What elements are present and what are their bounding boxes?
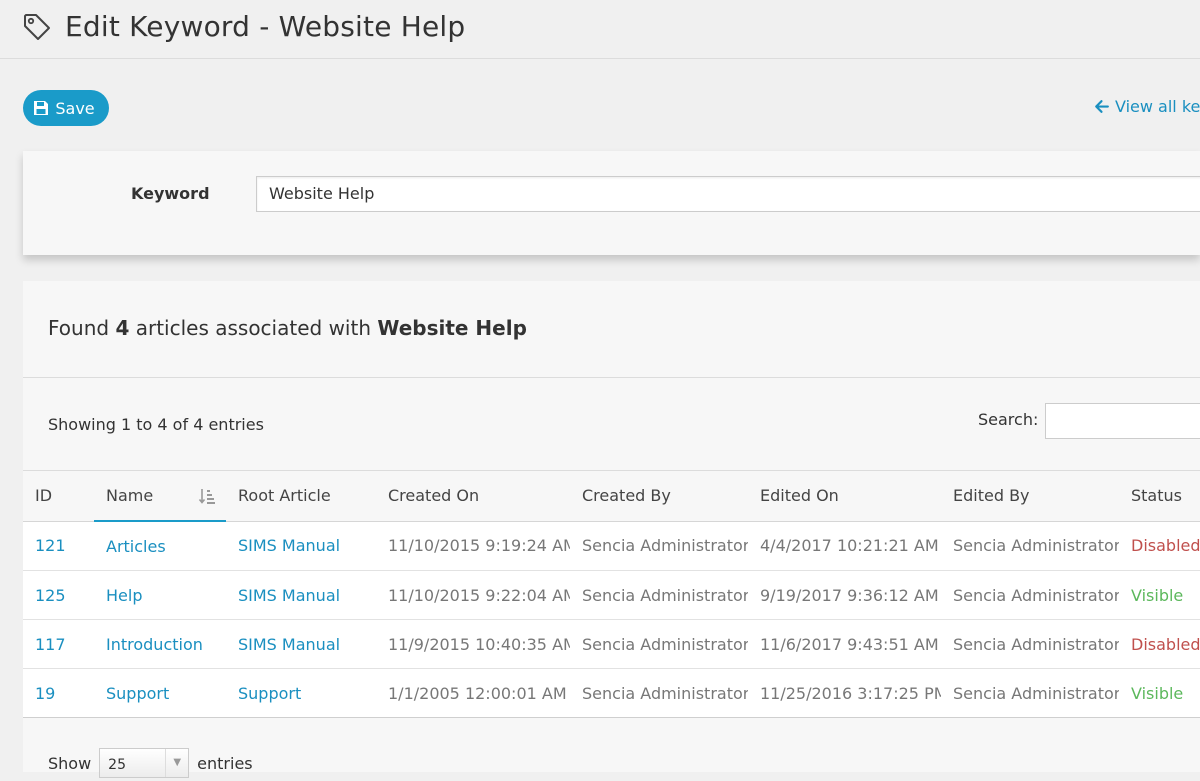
save-button[interactable]: Save xyxy=(23,90,109,126)
cell-status-badge: Visible xyxy=(1119,668,1200,718)
cell-created-by: Sencia Administrator xyxy=(570,619,748,669)
sort-ascending-icon xyxy=(198,489,215,504)
table-header-row: ID Name Root Article Created On Created … xyxy=(23,470,1200,522)
table-row: 117 Introduction SIMS Manual 11/9/2015 1… xyxy=(23,619,1200,669)
search-input[interactable] xyxy=(1045,403,1200,439)
cell-root-article-link[interactable]: SIMS Manual xyxy=(226,521,376,571)
divider xyxy=(23,377,1200,378)
cell-created-on: 11/10/2015 9:19:24 AM xyxy=(376,521,570,571)
cell-name-link[interactable]: Articles xyxy=(94,521,226,571)
save-button-label: Save xyxy=(55,98,95,118)
cell-id-link[interactable]: 121 xyxy=(23,521,94,571)
show-label: Show xyxy=(48,753,92,773)
column-header-name[interactable]: Name xyxy=(94,470,226,522)
column-header-id[interactable]: ID xyxy=(23,470,94,522)
search-label: Search: xyxy=(978,410,1039,429)
cell-edited-by: Sencia Administrator xyxy=(941,570,1119,620)
cell-created-on: 11/10/2015 9:22:04 AM xyxy=(376,570,570,620)
results-summary: Found 4 articles associated with Website… xyxy=(48,316,527,340)
cell-created-by: Sencia Administrator xyxy=(570,521,748,571)
view-all-label: View all ke xyxy=(1115,97,1200,116)
articles-card: Found 4 articles associated with Website… xyxy=(23,281,1200,778)
cell-created-on: 1/1/2005 12:00:01 AM xyxy=(376,668,570,718)
chevron-down-icon: ▼ xyxy=(165,749,188,777)
results-keyword: Website Help xyxy=(377,316,527,340)
cell-id-link[interactable]: 19 xyxy=(23,668,94,718)
table-row: 121 Articles SIMS Manual 11/10/2015 9:19… xyxy=(23,521,1200,571)
cell-edited-by: Sencia Administrator xyxy=(941,521,1119,571)
results-middle: articles associated with xyxy=(129,316,378,340)
cell-id-link[interactable]: 117 xyxy=(23,619,94,669)
cell-created-on: 11/9/2015 10:40:35 AM xyxy=(376,619,570,669)
entries-label: entries xyxy=(197,753,253,773)
cell-name-link[interactable]: Introduction xyxy=(94,619,226,669)
cell-edited-on: 11/6/2017 9:43:51 AM xyxy=(748,619,941,669)
column-header-name-label: Name xyxy=(106,486,154,505)
cell-edited-by: Sencia Administrator xyxy=(941,619,1119,669)
cell-name-link[interactable]: Help xyxy=(94,570,226,620)
cell-created-by: Sencia Administrator xyxy=(570,668,748,718)
cell-id-link[interactable]: 125 xyxy=(23,570,94,620)
showing-entries-info: Showing 1 to 4 of 4 entries xyxy=(48,415,264,434)
column-header-edited-on[interactable]: Edited On xyxy=(748,470,941,522)
table-row: 19 Support Support 1/1/2005 12:00:01 AM … xyxy=(23,668,1200,718)
cell-edited-on: 9/19/2017 9:36:12 AM xyxy=(748,570,941,620)
page-size-select[interactable]: 25 ▼ xyxy=(99,748,190,778)
cell-created-by: Sencia Administrator xyxy=(570,570,748,620)
tag-icon xyxy=(24,14,50,40)
column-header-edited-by[interactable]: Edited By xyxy=(941,470,1119,522)
cell-root-article-link[interactable]: SIMS Manual xyxy=(226,619,376,669)
column-header-created-by[interactable]: Created By xyxy=(570,470,748,522)
cell-status-badge: Disabled xyxy=(1119,619,1200,669)
view-all-keywords-link[interactable]: View all ke xyxy=(1093,97,1200,116)
keyword-form-card: Keyword Website Help xyxy=(23,151,1200,255)
page-size-value: 25 xyxy=(108,757,126,773)
column-header-root-article[interactable]: Root Article xyxy=(226,470,376,522)
floppy-disk-icon xyxy=(34,101,49,115)
cell-root-article-link[interactable]: SIMS Manual xyxy=(226,570,376,620)
page-header: Edit Keyword - Website Help xyxy=(0,0,1200,59)
keyword-input[interactable]: Website Help xyxy=(256,176,1200,212)
column-header-created-on[interactable]: Created On xyxy=(376,470,570,522)
page-title: Edit Keyword - Website Help xyxy=(65,10,466,43)
cell-name-link[interactable]: Support xyxy=(94,668,226,718)
keyword-label: Keyword xyxy=(131,184,210,203)
cell-status-badge: Visible xyxy=(1119,570,1200,620)
arrow-left-icon xyxy=(1095,100,1109,113)
column-header-status[interactable]: Status xyxy=(1119,470,1200,522)
page-size-control: Show 25 ▼ entries xyxy=(48,748,253,778)
cell-edited-by: Sencia Administrator xyxy=(941,668,1119,718)
cell-status-badge: Disabled xyxy=(1119,521,1200,571)
table-row: 125 Help SIMS Manual 11/10/2015 9:22:04 … xyxy=(23,570,1200,620)
articles-table: ID Name Root Article Created On Created … xyxy=(23,470,1200,718)
results-prefix: Found xyxy=(48,316,116,340)
cell-edited-on: 4/4/2017 10:21:21 AM xyxy=(748,521,941,571)
results-count: 4 xyxy=(115,316,130,340)
cell-root-article-link[interactable]: Support xyxy=(226,668,376,718)
cell-edited-on: 11/25/2016 3:17:25 PM xyxy=(748,668,941,718)
